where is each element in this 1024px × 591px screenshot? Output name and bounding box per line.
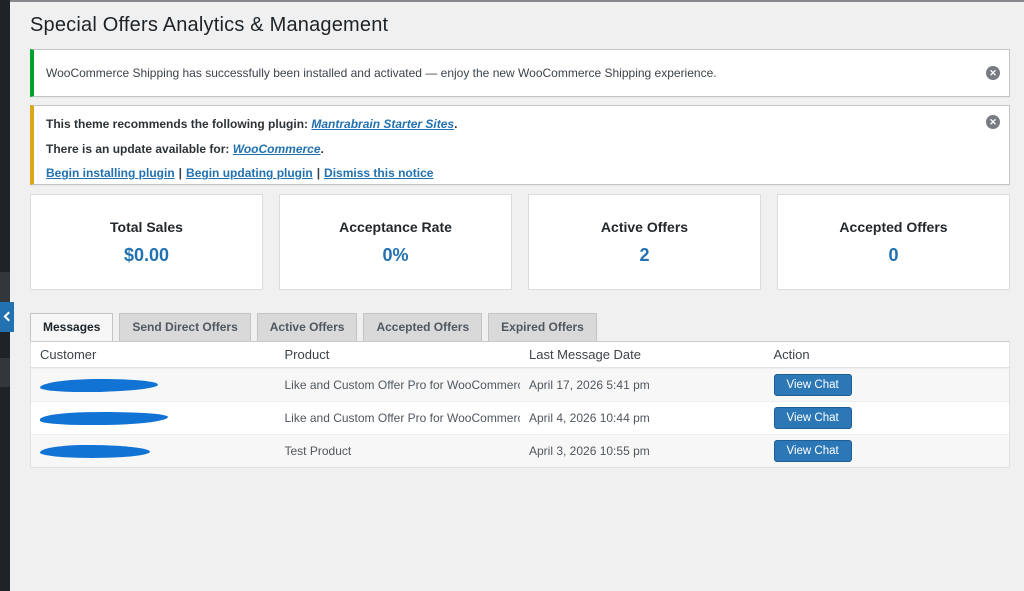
separator: | (317, 166, 320, 180)
chevron-left-icon (4, 312, 14, 322)
sidebar-collapse-button[interactable] (0, 302, 14, 332)
last-message-date-cell: April 4, 2026 10:44 pm (520, 411, 765, 425)
column-header-last-message-date: Last Message Date (520, 347, 765, 362)
product-cell: Like and Custom Offer Pro for WooCommerc… (276, 411, 521, 425)
table-row: Like and Custom Offer Pro for WooCommerc… (31, 401, 1009, 434)
stat-label: Acceptance Rate (339, 219, 452, 235)
stat-card-total-sales: Total Sales $0.00 (30, 194, 263, 290)
tab-expired-offers[interactable]: Expired Offers (488, 313, 597, 341)
notice-line-suffix: . (321, 142, 324, 156)
column-header-customer: Customer (31, 347, 276, 362)
stat-label: Accepted Offers (839, 219, 947, 235)
view-chat-button[interactable]: View Chat (774, 407, 852, 429)
tab-messages[interactable]: Messages (30, 313, 113, 341)
stat-value: 0% (382, 245, 408, 266)
table-row: Like and Custom Offer Pro for WooCommerc… (31, 368, 1009, 401)
notice-woocommerce-shipping: WooCommerce Shipping has successfully be… (30, 49, 1010, 97)
view-chat-button[interactable]: View Chat (774, 440, 852, 462)
customer-redaction-scribble (40, 412, 168, 425)
begin-installing-plugin-link[interactable]: Begin installing plugin (46, 166, 175, 180)
stat-label: Active Offers (601, 219, 688, 235)
stat-value: $0.00 (124, 245, 169, 266)
offers-tab-bar: Messages Send Direct Offers Active Offer… (30, 313, 1010, 341)
table-row: Test Product April 3, 2026 10:55 pm View… (31, 434, 1009, 467)
notice-theme-plugin: This theme recommends the following plug… (30, 105, 1010, 185)
customer-cell (31, 445, 276, 458)
dismiss-this-notice-link[interactable]: Dismiss this notice (324, 166, 433, 180)
stat-value: 2 (639, 245, 649, 266)
collapsed-admin-menu (0, 0, 10, 591)
woocommerce-link[interactable]: WooCommerce (233, 142, 321, 156)
product-cell: Test Product (276, 444, 521, 458)
action-cell: View Chat (765, 440, 1010, 462)
mantrabrain-starter-sites-link[interactable]: Mantrabrain Starter Sites (311, 117, 454, 131)
table-header-row: Customer Product Last Message Date Actio… (31, 342, 1009, 368)
dismiss-notice-icon[interactable]: ✕ (986, 115, 1000, 129)
stat-value: 0 (888, 245, 898, 266)
customer-cell (31, 379, 276, 392)
stat-card-active-offers: Active Offers 2 (528, 194, 761, 290)
admin-menu-item (0, 358, 10, 387)
notice-line-prefix: This theme recommends the following plug… (46, 117, 311, 131)
messages-table: Customer Product Last Message Date Actio… (30, 341, 1010, 468)
notice-text: WooCommerce Shipping has successfully be… (46, 64, 717, 83)
dismiss-notice-icon[interactable]: ✕ (986, 66, 1000, 80)
notice-line-suffix: . (454, 117, 457, 131)
tab-send-direct-offers[interactable]: Send Direct Offers (119, 313, 250, 341)
product-cell: Like and Custom Offer Pro for WooCommerc… (276, 378, 521, 392)
column-header-action: Action (765, 347, 1010, 362)
tab-active-offers[interactable]: Active Offers (257, 313, 358, 341)
stat-card-accepted-offers: Accepted Offers 0 (777, 194, 1010, 290)
notice-line-recommend: This theme recommends the following plug… (46, 115, 971, 134)
tab-accepted-offers[interactable]: Accepted Offers (363, 313, 482, 341)
main-content: Special Offers Analytics & Management Wo… (30, 14, 1010, 468)
column-header-product: Product (276, 347, 521, 362)
action-cell: View Chat (765, 407, 1010, 429)
customer-redaction-scribble (40, 445, 150, 458)
view-chat-button[interactable]: View Chat (774, 374, 852, 396)
notice-line-prefix: There is an update available for: (46, 142, 233, 156)
last-message-date-cell: April 17, 2026 5:41 pm (520, 378, 765, 392)
customer-redaction-scribble (40, 379, 158, 392)
notice-line-update: There is an update available for: WooCom… (46, 140, 971, 159)
last-message-date-cell: April 3, 2026 10:55 pm (520, 444, 765, 458)
page-title: Special Offers Analytics & Management (30, 14, 1010, 37)
separator: | (179, 166, 182, 180)
admin-menu-item (0, 272, 10, 302)
begin-updating-plugin-link[interactable]: Begin updating plugin (186, 166, 313, 180)
notice-action-links: Begin installing plugin | Begin updating p… (46, 164, 971, 183)
stat-card-acceptance-rate: Acceptance Rate 0% (279, 194, 512, 290)
admin-bar-edge (0, 0, 1024, 2)
stat-label: Total Sales (110, 219, 183, 235)
action-cell: View Chat (765, 374, 1010, 396)
customer-cell (31, 412, 276, 425)
stats-row: Total Sales $0.00 Acceptance Rate 0% Act… (30, 194, 1010, 290)
